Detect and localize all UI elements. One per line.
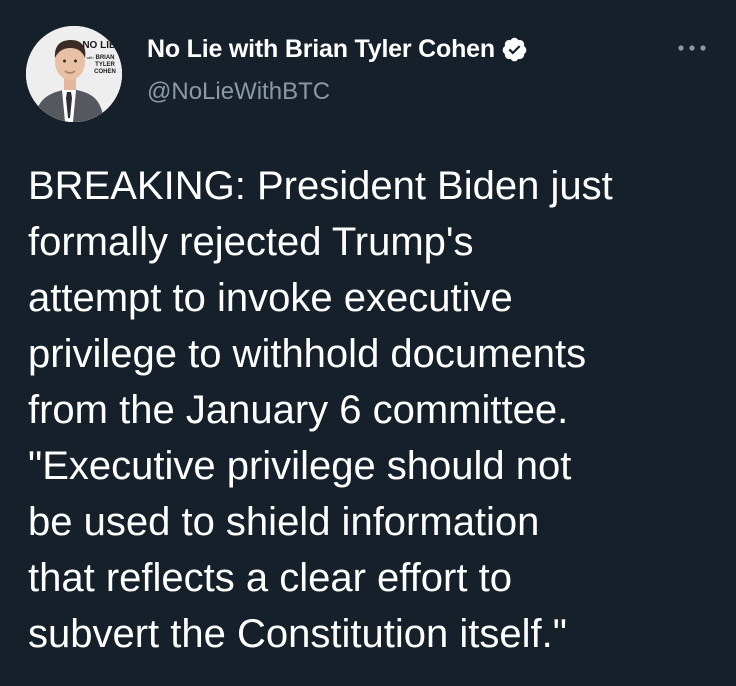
tweet-text-line: formally rejected Trump's bbox=[28, 220, 474, 264]
svg-text:BRIAN: BRIAN bbox=[96, 55, 115, 61]
tweet-text-line: BREAKING: President Biden just bbox=[28, 164, 613, 208]
avatar-image: NO LIE with BRIAN TYLER COHEN bbox=[26, 26, 122, 122]
tweet-text-line: "Executive privilege should not bbox=[28, 444, 572, 488]
author-handle[interactable]: @NoLieWithBTC bbox=[147, 78, 330, 106]
avatar-logo-no-lie: NO LIE bbox=[82, 40, 116, 51]
svg-text:COHEN: COHEN bbox=[94, 69, 116, 75]
svg-text:TYLER: TYLER bbox=[95, 62, 115, 68]
author-display-name[interactable]: No Lie with Brian Tyler Cohen bbox=[147, 35, 495, 64]
tweet-text-line: from the January 6 committee. bbox=[28, 388, 569, 432]
tweet-text-line: attempt to invoke executive bbox=[28, 276, 513, 320]
tweet-text-line: be used to shield information bbox=[28, 500, 540, 544]
avatar[interactable]: NO LIE with BRIAN TYLER COHEN bbox=[26, 26, 122, 122]
tweet-text-line: privilege to withhold documents bbox=[28, 332, 587, 376]
tweet-card: NO LIE with BRIAN TYLER COHEN No Lie wit… bbox=[0, 0, 736, 686]
verified-badge-icon bbox=[501, 36, 528, 63]
tweet-text-line: subvert the Constitution itself." bbox=[28, 612, 567, 656]
more-horizontal-icon bbox=[678, 45, 706, 51]
more-options-button[interactable] bbox=[668, 30, 716, 66]
author-name-row: No Lie with Brian Tyler Cohen bbox=[147, 33, 528, 65]
tweet-text: BREAKING: President Biden just formally … bbox=[28, 158, 718, 662]
svg-text:with: with bbox=[86, 55, 93, 60]
tweet-text-line: that reflects a clear effort to bbox=[28, 556, 512, 600]
